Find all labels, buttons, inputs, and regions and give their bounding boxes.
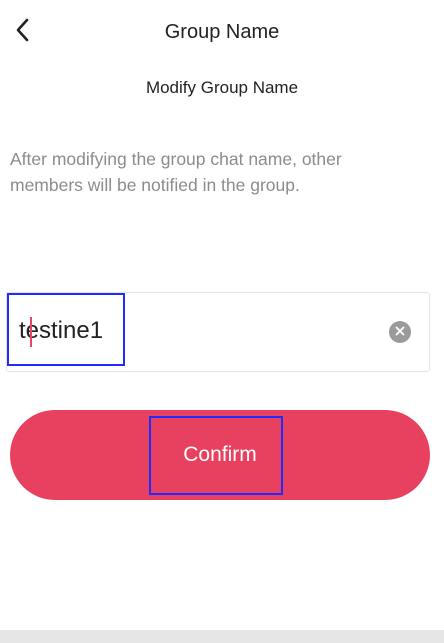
bottom-bar bbox=[0, 630, 444, 643]
header-bar: Group Name bbox=[0, 0, 444, 64]
text-cursor bbox=[30, 317, 32, 347]
group-name-field bbox=[6, 292, 430, 372]
confirm-button[interactable]: Confirm bbox=[10, 410, 430, 500]
back-button[interactable] bbox=[4, 14, 40, 50]
confirm-highlight-box bbox=[149, 416, 283, 495]
clear-input-button[interactable] bbox=[389, 321, 411, 343]
chevron-left-icon bbox=[15, 18, 29, 47]
clear-circle-icon bbox=[395, 323, 405, 341]
group-name-input[interactable] bbox=[19, 311, 379, 351]
modify-group-name-screen: Group Name Modify Group Name After modif… bbox=[0, 0, 444, 643]
page-title: Group Name bbox=[164, 21, 280, 43]
description-text: After modifying the group chat name, oth… bbox=[10, 149, 342, 195]
section-subtitle: Modify Group Name bbox=[145, 78, 299, 97]
